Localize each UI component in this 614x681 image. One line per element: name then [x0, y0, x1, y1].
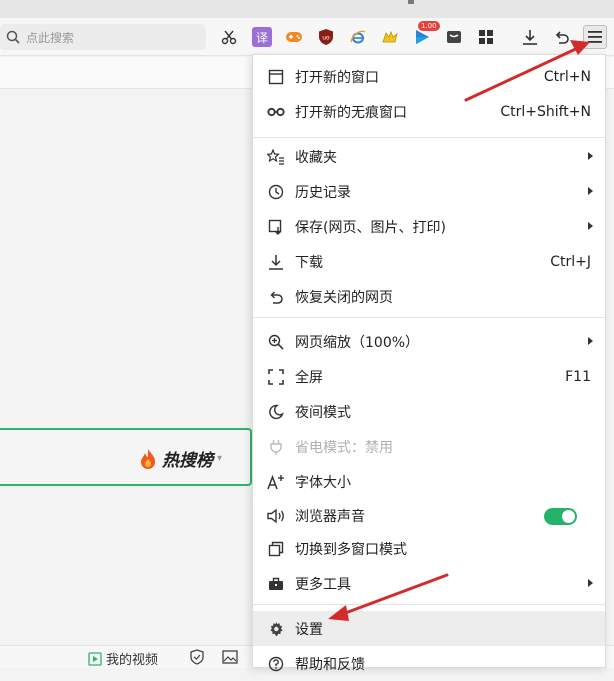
menu-item-download[interactable]: 下载 Ctrl+J: [253, 244, 605, 279]
menu-item-font-size[interactable]: 字体大小: [253, 464, 605, 499]
chevron-down-icon: ▾: [217, 453, 223, 464]
menu-item-label: 字体大小: [295, 474, 351, 491]
chevron-right-icon: [588, 337, 593, 345]
download-icon: [267, 253, 285, 271]
chevron-right-icon: [588, 152, 593, 160]
menu-item-label: 夜间模式: [295, 404, 351, 421]
browser-toolbar: 点此搜索 译 uo 1.00: [0, 18, 614, 56]
menu-item-more-tools[interactable]: 更多工具: [253, 566, 605, 601]
incognito-icon: [267, 103, 285, 121]
shortcut-label: Ctrl+N: [543, 68, 591, 85]
menu-item-settings[interactable]: 设置: [253, 611, 605, 646]
menu-item-save[interactable]: 保存(网页、图片、打印): [253, 209, 605, 244]
clock-icon: [267, 183, 285, 201]
main-menu: 打开新的窗口 Ctrl+N 打开新的无痕窗口 Ctrl+Shift+N 收藏夹 …: [252, 54, 606, 673]
ublock-icon[interactable]: uo: [316, 27, 336, 47]
fullscreen-icon: [267, 368, 285, 386]
undo-icon[interactable]: [552, 27, 572, 47]
menu-item-label: 下载: [295, 254, 323, 271]
restore-icon: [267, 288, 285, 306]
title-strip: [0, 0, 614, 18]
menu-item-help[interactable]: 帮助和反馈: [253, 646, 605, 681]
hot-search-title[interactable]: 热搜榜 ▾: [138, 446, 222, 471]
menu-item-label: 更多工具: [295, 576, 351, 593]
save-page-icon: [267, 218, 285, 236]
my-video-link[interactable]: 我的视频: [88, 649, 158, 668]
menu-item-label: 收藏夹: [295, 149, 337, 166]
ie-icon[interactable]: [348, 27, 368, 47]
video-icon: [88, 651, 102, 666]
menu-item-label: 保存(网页、图片、打印): [295, 219, 446, 236]
pikachu-icon[interactable]: [380, 27, 400, 47]
multi-window-icon: [267, 540, 285, 558]
menu-divider: [253, 604, 605, 605]
game-icon[interactable]: [284, 27, 304, 47]
menu-item-night-mode[interactable]: 夜间模式: [253, 394, 605, 429]
menu-item-label: 浏览器声音: [295, 508, 365, 525]
toolbox-icon: [267, 575, 285, 593]
menu-icon: [588, 31, 602, 43]
window-icon: [267, 68, 285, 86]
menu-item-power-saving: 省电模式：禁用: [253, 429, 605, 464]
my-video-label: 我的视频: [106, 653, 159, 668]
menu-item-fullscreen[interactable]: 全屏 F11: [253, 359, 605, 394]
menu-item-history[interactable]: 历史记录: [253, 174, 605, 209]
menu-item-browser-sound[interactable]: 浏览器声音: [253, 498, 605, 533]
menu-item-favorites[interactable]: 收藏夹: [253, 139, 605, 174]
plug-icon: [267, 438, 285, 456]
window-drag-marker: [408, 0, 414, 4]
moon-icon: [267, 403, 285, 421]
gear-icon: [267, 620, 285, 638]
menu-item-new-incognito[interactable]: 打开新的无痕窗口 Ctrl+Shift+N: [253, 94, 605, 129]
menu-item-label: 打开新的窗口: [295, 69, 379, 86]
svg-text:uo: uo: [322, 35, 330, 42]
menu-item-restore[interactable]: 恢复关闭的网页: [253, 279, 605, 314]
menu-item-zoom[interactable]: 网页缩放（100%）: [253, 324, 605, 359]
help-icon: [267, 655, 285, 673]
zoom-icon: [267, 333, 285, 351]
menu-item-label: 恢复关闭的网页: [295, 289, 393, 306]
menu-divider: [253, 137, 605, 138]
image-icon[interactable]: [222, 649, 238, 665]
flame-icon: [141, 448, 155, 469]
menu-item-new-window[interactable]: 打开新的窗口 Ctrl+N: [253, 59, 605, 94]
toggle-knob: [562, 510, 575, 523]
chevron-right-icon: [588, 187, 593, 195]
search-placeholder: 点此搜索: [26, 30, 75, 45]
shield-icon[interactable]: [189, 649, 205, 665]
star-list-icon: [267, 148, 285, 166]
chevron-right-icon: [588, 222, 593, 230]
cut-icon[interactable]: [219, 27, 239, 47]
update-badge: 1.00: [418, 21, 440, 31]
hot-search-bar[interactable]: 热搜榜 ▾: [0, 428, 252, 486]
shortcut-label: Ctrl+J: [550, 253, 591, 270]
menu-item-label: 打开新的无痕窗口: [295, 104, 407, 121]
shortcut-label: F11: [565, 368, 591, 385]
menu-item-label: 切换到多窗口模式: [295, 541, 407, 558]
search-box[interactable]: 点此搜索: [0, 24, 206, 50]
reader-icon[interactable]: [444, 27, 464, 47]
shortcut-label: Ctrl+Shift+N: [500, 103, 591, 120]
chevron-right-icon: [588, 579, 593, 587]
menu-item-label: 网页缩放（100%）: [295, 334, 420, 351]
search-icon: [6, 30, 20, 44]
play-icon[interactable]: 1.00: [412, 21, 440, 47]
translate-glyph: 译: [255, 30, 268, 45]
hot-search-label: 热搜榜: [162, 451, 213, 471]
apps-icon[interactable]: [476, 27, 496, 47]
sound-toggle[interactable]: [544, 508, 577, 525]
font-size-icon: [267, 473, 285, 491]
menu-item-label: 省电模式：禁用: [295, 439, 393, 456]
menu-item-multi-window[interactable]: 切换到多窗口模式: [253, 531, 605, 566]
download-icon[interactable]: [520, 27, 540, 47]
speaker-icon: [267, 507, 285, 525]
menu-item-label: 设置: [295, 621, 323, 638]
translate-icon[interactable]: 译: [252, 27, 272, 47]
menu-item-label: 全屏: [295, 369, 323, 386]
menu-button[interactable]: [583, 25, 607, 49]
menu-item-label: 帮助和反馈: [295, 656, 365, 673]
menu-divider: [253, 317, 605, 318]
menu-item-label: 历史记录: [295, 184, 351, 201]
